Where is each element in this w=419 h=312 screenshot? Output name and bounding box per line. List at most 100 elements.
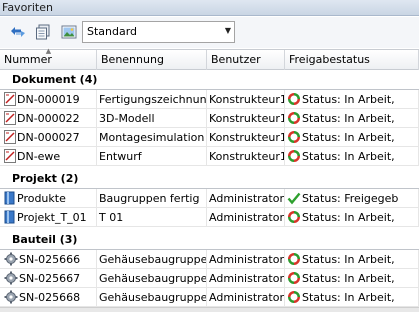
table-row[interactable]: DN-000027 Montagesimulation Konstrukteur… bbox=[0, 128, 419, 147]
table-row[interactable]: Projekt_T_01 T 01 Administrator Status: … bbox=[0, 208, 419, 227]
table-row[interactable]: DN-ewe Entwurf Konstrukteur1 Status: In … bbox=[0, 147, 419, 166]
in-work-status-icon bbox=[288, 112, 300, 124]
name-cell: Gehäusebaugruppe bbox=[97, 288, 207, 307]
status-cell: Status: In Arbeit, bbox=[285, 250, 419, 269]
number-cell: Produkte bbox=[0, 189, 97, 208]
status-cell: Status: Freigegeb bbox=[285, 189, 419, 208]
status-text: Status: In Arbeit, bbox=[302, 93, 395, 106]
in-work-status-icon bbox=[288, 272, 300, 284]
number-cell: Projekt_T_01 bbox=[0, 208, 97, 227]
group-header[interactable]: Dokument (4) bbox=[0, 71, 400, 89]
released-check-icon bbox=[287, 192, 301, 205]
drawing-document-icon bbox=[4, 92, 16, 106]
user-cell: Konstrukteur1 bbox=[207, 109, 285, 128]
number-cell: DN-000019 bbox=[0, 90, 97, 109]
column-header-name[interactable]: Benennung bbox=[97, 50, 207, 70]
refresh-icon bbox=[11, 27, 25, 37]
number-cell: DN-000027 bbox=[0, 128, 97, 147]
user-cell: Administrator bbox=[207, 250, 285, 269]
group-header[interactable]: Bauteil (3) bbox=[0, 231, 400, 249]
name-cell: Gehäusebaugruppe bbox=[97, 269, 207, 288]
number-text: Produkte bbox=[17, 192, 66, 205]
status-text: Status: In Arbeit, bbox=[302, 272, 395, 285]
view-select[interactable]: Standard ▼ bbox=[82, 21, 235, 43]
in-work-status-icon bbox=[288, 211, 300, 223]
status-cell: Status: In Arbeit, bbox=[285, 128, 419, 147]
number-cell: SN-025667 bbox=[0, 269, 97, 288]
user-cell: Administrator bbox=[207, 288, 285, 307]
status-cell: Status: In Arbeit, bbox=[285, 90, 419, 109]
in-work-status-icon bbox=[288, 150, 300, 162]
status-cell: Status: In Arbeit, bbox=[285, 147, 419, 166]
number-text: SN-025667 bbox=[19, 272, 81, 285]
status-text: Status: Freigegeb bbox=[302, 192, 399, 205]
number-text: SN-025666 bbox=[19, 253, 81, 266]
name-cell: Montagesimulation bbox=[97, 128, 207, 147]
name-cell: Gehäusebaugruppe bbox=[97, 250, 207, 269]
number-cell: SN-025666 bbox=[0, 250, 97, 269]
in-work-status-icon bbox=[288, 253, 300, 265]
name-cell: Baugruppen fertig bbox=[97, 189, 207, 208]
status-text: Status: In Arbeit, bbox=[302, 131, 395, 144]
grid-header: ▲ Nummer Benennung Benutzer Freigabestat… bbox=[0, 48, 419, 70]
group-header[interactable]: Projekt (2) bbox=[0, 170, 400, 188]
drawing-document-icon bbox=[4, 130, 16, 144]
status-cell: Status: In Arbeit, bbox=[285, 109, 419, 128]
status-text: Status: In Arbeit, bbox=[302, 253, 395, 266]
copy-button[interactable] bbox=[33, 22, 53, 42]
number-text: DN-000022 bbox=[17, 112, 80, 125]
table-row[interactable]: SN-025668 Gehäusebaugruppe Administrator… bbox=[0, 288, 419, 307]
part-gear-icon bbox=[4, 271, 18, 285]
number-text: DN-000027 bbox=[17, 131, 80, 144]
name-cell: Fertigungszeichnung bbox=[97, 90, 207, 109]
column-header-number[interactable]: Nummer bbox=[0, 50, 97, 70]
name-cell: 3D-Modell bbox=[97, 109, 207, 128]
table-row[interactable]: DN-000019 Fertigungszeichnung Konstrukte… bbox=[0, 90, 419, 109]
user-cell: Administrator bbox=[207, 208, 285, 227]
status-text: Status: In Arbeit, bbox=[302, 112, 395, 125]
view-select-value: Standard bbox=[87, 25, 138, 38]
user-cell: Administrator bbox=[207, 189, 285, 208]
number-text: DN-000019 bbox=[17, 93, 80, 106]
image-view-button[interactable] bbox=[59, 22, 79, 42]
chevron-down-icon[interactable]: ▼ bbox=[225, 26, 231, 35]
image-icon bbox=[61, 25, 77, 39]
name-cell: Entwurf bbox=[97, 147, 207, 166]
project-icon bbox=[4, 191, 15, 205]
project-icon bbox=[4, 210, 15, 224]
status-cell: Status: In Arbeit, bbox=[285, 208, 419, 227]
status-text: Status: In Arbeit, bbox=[302, 291, 395, 304]
refresh-button[interactable] bbox=[8, 22, 28, 42]
status-text: Status: In Arbeit, bbox=[302, 150, 395, 163]
status-cell: Status: In Arbeit, bbox=[285, 288, 419, 307]
drawing-document-icon bbox=[4, 149, 16, 163]
table-row[interactable]: Produkte Baugruppen fertig Administrator… bbox=[0, 189, 419, 208]
horizontal-scrollbar[interactable] bbox=[0, 307, 419, 312]
in-work-status-icon bbox=[288, 131, 300, 143]
panel-title: Favoriten bbox=[0, 0, 419, 16]
number-cell: SN-025668 bbox=[0, 288, 97, 307]
status-text: Status: In Arbeit, bbox=[302, 211, 395, 224]
user-cell: Konstrukteur1 bbox=[207, 90, 285, 109]
user-cell: Konstrukteur1 bbox=[207, 147, 285, 166]
user-cell: Administrator bbox=[207, 269, 285, 288]
number-text: Projekt_T_01 bbox=[17, 211, 87, 224]
favorites-panel: Favoriten Standard ▼ ▲ Nummer Benennung … bbox=[0, 0, 419, 312]
in-work-status-icon bbox=[288, 93, 300, 105]
table-row[interactable]: SN-025666 Gehäusebaugruppe Administrator… bbox=[0, 250, 419, 269]
status-cell: Status: In Arbeit, bbox=[285, 269, 419, 288]
number-text: SN-025668 bbox=[19, 291, 81, 304]
copy-pages-icon bbox=[36, 24, 50, 40]
drawing-document-icon bbox=[4, 111, 16, 125]
table-row[interactable]: DN-000022 3D-Modell Konstrukteur1 Status… bbox=[0, 109, 419, 128]
column-header-user[interactable]: Benutzer bbox=[207, 50, 285, 70]
number-cell: DN-ewe bbox=[0, 147, 97, 166]
part-gear-icon bbox=[4, 252, 18, 266]
in-work-status-icon bbox=[288, 291, 300, 303]
column-header-status[interactable]: Freigabestatus bbox=[285, 50, 419, 70]
user-cell: Konstrukteur1 bbox=[207, 128, 285, 147]
name-cell: T 01 bbox=[97, 208, 207, 227]
number-cell: DN-000022 bbox=[0, 109, 97, 128]
part-gear-icon bbox=[4, 290, 18, 304]
table-row[interactable]: SN-025667 Gehäusebaugruppe Administrator… bbox=[0, 269, 419, 288]
